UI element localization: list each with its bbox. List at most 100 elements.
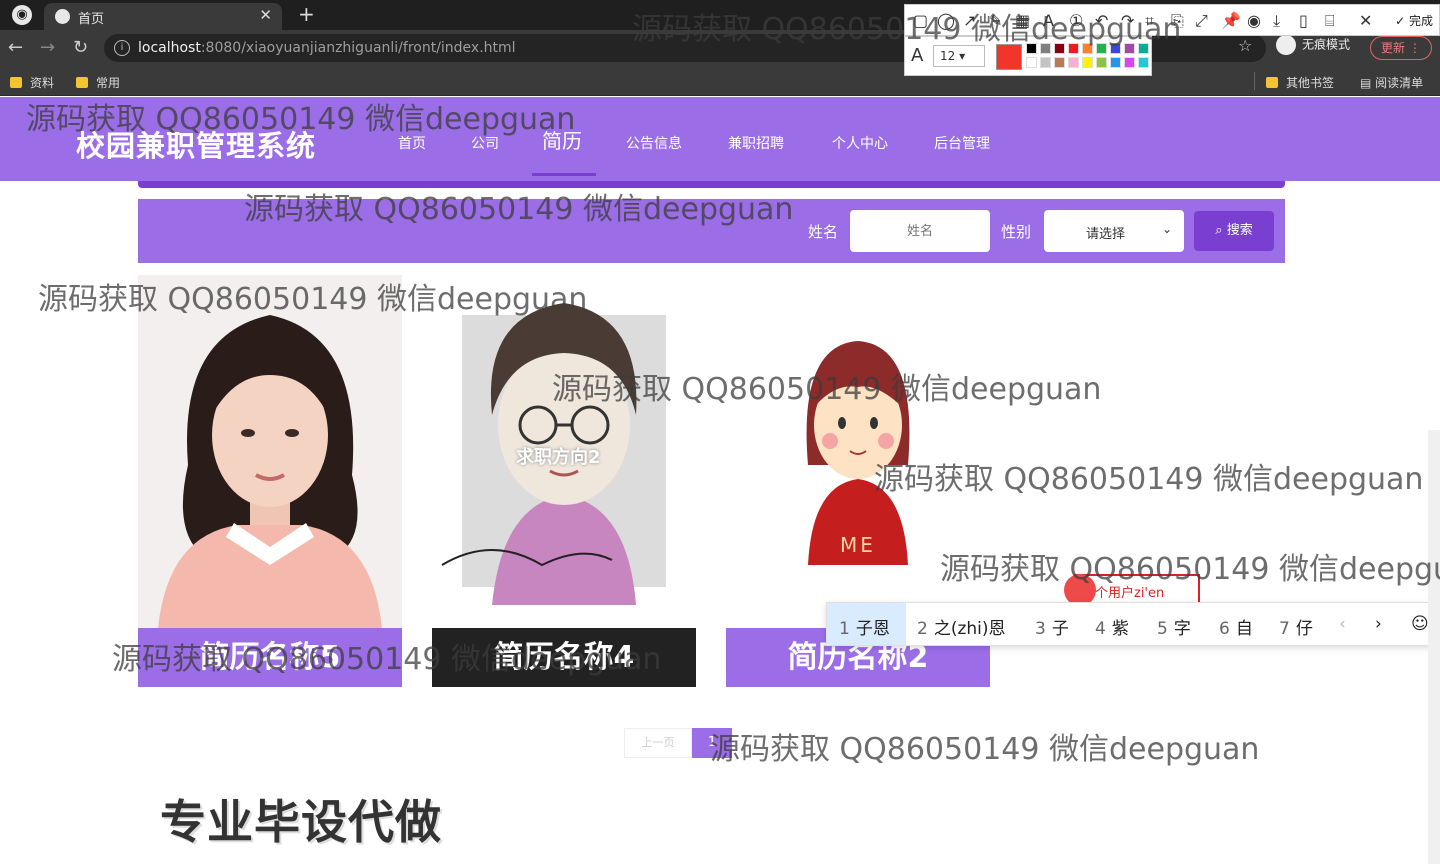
color-swatch[interactable] (1096, 57, 1107, 68)
bookmarks-bar: 资料 常用 其他书签 ▤ 阅读清单 (0, 66, 1440, 96)
bookmark-folder-ziliao[interactable]: 资料 (10, 74, 54, 91)
tab-close-icon[interactable]: ✕ (259, 6, 272, 24)
ime-candidate[interactable]: 1 子恩 (839, 614, 890, 639)
nav-home[interactable]: 首页 (398, 133, 426, 153)
bookmark-star-icon[interactable]: ☆ (1238, 36, 1252, 55)
incognito-indicator[interactable]: 无痕模式 (1276, 35, 1350, 55)
nav-admin[interactable]: 后台管理 (934, 133, 990, 153)
resume-card[interactable]: 简历名称5 (138, 275, 402, 687)
mosaic-tool-icon[interactable]: ▦ (1015, 11, 1030, 30)
search-bar: 姓名 性别 请选择 ⌄ ⌕ 搜索 (138, 199, 1285, 263)
gender-select[interactable]: 请选择 ⌄ (1044, 210, 1184, 252)
cancel-icon[interactable]: ✕ (1359, 11, 1372, 30)
ime-candidate[interactable]: 5字 (1157, 614, 1191, 639)
resume-card-name[interactable]: 简历名称5 (138, 628, 402, 687)
forward-icon[interactable]: → (40, 37, 55, 58)
color-swatch[interactable] (1110, 57, 1121, 68)
nav-company[interactable]: 公司 (471, 133, 499, 153)
done-button[interactable]: ✓ 完成 (1395, 12, 1433, 29)
resume-photo[interactable]: 求职方向2 (432, 275, 696, 628)
job-direction-overlay: 求职方向2 (516, 447, 601, 468)
tab-home[interactable]: 首页 ✕ (44, 3, 282, 30)
search-button[interactable]: ⌕ 搜索 (1194, 211, 1274, 251)
scrollbar[interactable] (1428, 430, 1440, 864)
color-swatch[interactable] (1096, 43, 1107, 54)
name-search-input[interactable] (850, 210, 990, 252)
color-swatch[interactable] (1054, 57, 1065, 68)
save-icon[interactable]: ⌸ (1325, 11, 1335, 31)
color-swatch[interactable] (1040, 57, 1051, 68)
arrow-tool-icon[interactable]: ↗ (963, 11, 976, 30)
screenshot-toolbar: ▢ ◯ ↗ ✎ ▦ A ① ↶ ↷ ⌗ ⎘ ⤢ 📌 ◉ ⤓ ▯ ⌸ ✕ ✓ 完成 (904, 4, 1440, 36)
number-tool-icon[interactable]: ① (1069, 11, 1083, 30)
pin-icon[interactable]: 📌 (1221, 11, 1241, 30)
font-icon: A (911, 45, 924, 66)
bookmark-folder-changyong[interactable]: 常用 (76, 74, 120, 91)
text-tool-icon[interactable]: A (1043, 11, 1054, 30)
resume-card-name[interactable]: 简历名称4 (432, 628, 696, 687)
color-swatch[interactable] (1082, 57, 1093, 68)
prev-page-button[interactable]: 上一页 (624, 728, 692, 758)
color-swatch[interactable] (1040, 43, 1051, 54)
color-swatch[interactable] (1068, 43, 1079, 54)
incognito-icon (1276, 35, 1296, 55)
site-title: 校园兼职管理系统 (76, 129, 317, 163)
color-swatch[interactable] (1138, 57, 1149, 68)
color-swatch[interactable] (1026, 57, 1037, 68)
emoji-icon[interactable]: ☺ (1411, 614, 1429, 634)
color-palette: A 12 ▾ (904, 36, 1152, 76)
color-swatch[interactable] (1124, 43, 1135, 54)
back-icon[interactable]: ← (8, 37, 23, 58)
color-swatch[interactable] (1110, 43, 1121, 54)
reload-icon[interactable]: ↻ (73, 37, 88, 58)
pen-tool-icon[interactable]: ✎ (989, 11, 1002, 30)
ime-candidate[interactable]: 3子 (1035, 614, 1069, 639)
nav-active-underline (532, 173, 596, 176)
current-color-swatch[interactable] (996, 44, 1022, 70)
nav-profile[interactable]: 个人中心 (832, 133, 888, 153)
font-size-select[interactable]: 12 ▾ (933, 45, 985, 67)
ime-candidate[interactable]: 7仔 (1279, 614, 1313, 639)
nav-notice[interactable]: 公告信息 (626, 133, 682, 153)
update-button[interactable]: 更新 ⋮ (1370, 36, 1432, 60)
color-swatch[interactable] (1138, 43, 1149, 54)
color-swatch[interactable] (1124, 57, 1135, 68)
download-icon[interactable]: ⤓ (1273, 11, 1280, 31)
watermark: 源码获取 QQ86050149 微信deepguan (710, 732, 1260, 767)
color-swatch[interactable] (1068, 57, 1079, 68)
nav-jobs[interactable]: 兼职招聘 (728, 133, 784, 153)
record-icon[interactable]: ◉ (1247, 11, 1261, 30)
reading-list[interactable]: ▤ 阅读清单 (1360, 74, 1423, 91)
chevron-left-icon[interactable]: ‹ (1339, 614, 1346, 634)
shirt-text: ME (840, 533, 876, 557)
folder-icon (10, 77, 22, 88)
new-tab-icon[interactable]: + (298, 2, 315, 26)
resume-card[interactable]: 求职方向2 简历名称4 (432, 275, 696, 687)
url-text: localhost:8080/xiaoyuanjianzhiguanli/fro… (138, 40, 516, 56)
ime-candidate[interactable]: 2 之(zhi)恩 (917, 614, 1006, 639)
site-info-icon[interactable]: i (114, 40, 130, 56)
ime-candidate[interactable]: 4紫 (1095, 614, 1129, 639)
fullscreen-icon[interactable]: ⤢ (1195, 11, 1208, 31)
chevron-right-icon[interactable]: › (1375, 614, 1382, 634)
color-swatch[interactable] (1026, 43, 1037, 54)
phone-icon[interactable]: ▯ (1299, 11, 1308, 30)
other-bookmarks[interactable]: 其他书签 (1266, 74, 1334, 91)
resume-photo[interactable]: ME (726, 275, 990, 628)
nav-resume[interactable]: 简历 (542, 125, 582, 154)
tab-favicon-icon (55, 9, 70, 24)
rect-tool-icon[interactable]: ▢ (913, 11, 928, 30)
crop-icon[interactable]: ⌗ (1145, 11, 1154, 31)
ocr-icon[interactable]: ⎘ (1171, 11, 1184, 31)
ime-candidate[interactable]: 6自 (1219, 614, 1253, 639)
color-swatch[interactable] (1082, 43, 1093, 54)
undo-icon[interactable]: ↶ (1095, 11, 1108, 30)
folder-icon (76, 77, 88, 88)
ellipse-tool-icon[interactable]: ◯ (937, 11, 955, 30)
redo-icon[interactable]: ↷ (1121, 11, 1134, 30)
site-header: 校园兼职管理系统 首页 公司 简历 公告信息 兼职招聘 个人中心 后台管理 (0, 97, 1440, 181)
folder-icon (1266, 77, 1278, 88)
resume-photo[interactable] (138, 275, 402, 628)
current-page-button[interactable]: 1 (692, 728, 732, 758)
color-swatch[interactable] (1054, 43, 1065, 54)
